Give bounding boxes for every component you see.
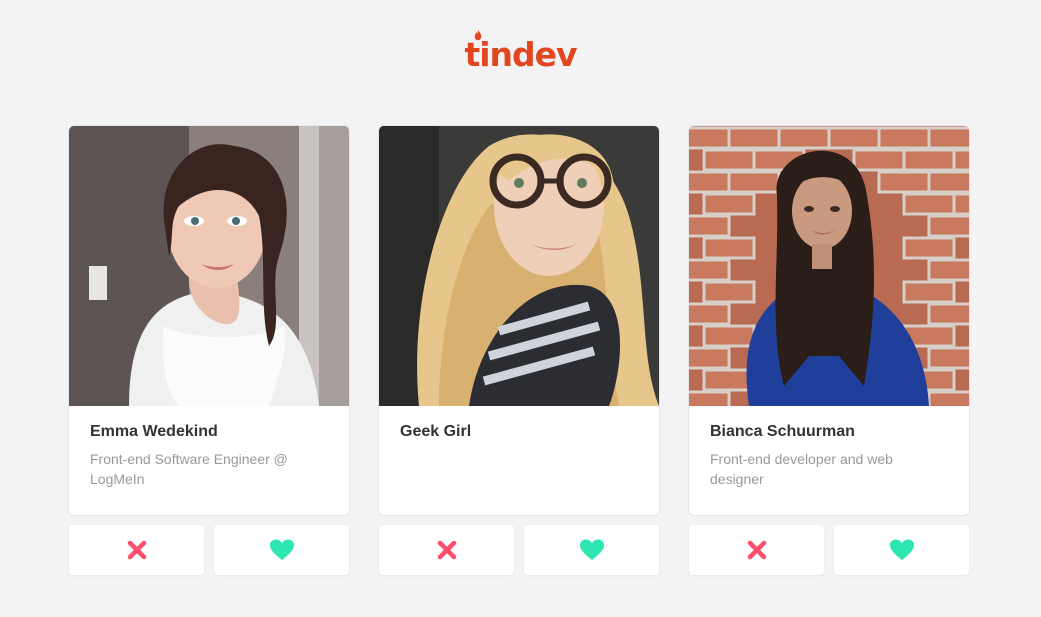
action-buttons [689,525,969,575]
like-button[interactable] [834,525,969,575]
like-button[interactable] [214,525,349,575]
developer-name: Geek Girl [400,423,472,440]
heart-icon [269,539,294,560]
heart-icon [579,539,604,560]
close-icon [127,540,146,560]
avatar-photo [379,126,659,406]
action-buttons [379,525,659,575]
dislike-button[interactable] [689,525,824,575]
close-icon [747,540,766,560]
dislike-button[interactable] [69,525,204,575]
developer-card: Bianca Schuurman Front-end developer and… [689,126,969,515]
app-header: tindev [0,29,1041,76]
developer-name: Emma Wedekind [90,423,218,440]
developer-bio: Front-end Software Engineer @ LogMeIn [90,451,288,487]
developer-card: Emma Wedekind Front-end Software Enginee… [69,126,349,515]
developer-card-column: Geek Girl [379,126,659,575]
avatar-photo [69,126,349,406]
dislike-button[interactable] [379,525,514,575]
action-buttons [69,525,349,575]
developer-card: Geek Girl [379,126,659,515]
flame-icon [475,29,482,40]
developer-bio: Front-end developer and web designer [710,451,893,487]
developer-card-column: Bianca Schuurman Front-end developer and… [689,126,969,575]
like-button[interactable] [524,525,659,575]
close-icon [437,540,456,560]
developer-card-column: Emma Wedekind Front-end Software Enginee… [69,126,349,575]
heart-icon [889,539,914,560]
developer-name: Bianca Schuurman [710,423,855,440]
tindev-logo: tindev [464,29,578,71]
avatar-photo [689,126,969,406]
